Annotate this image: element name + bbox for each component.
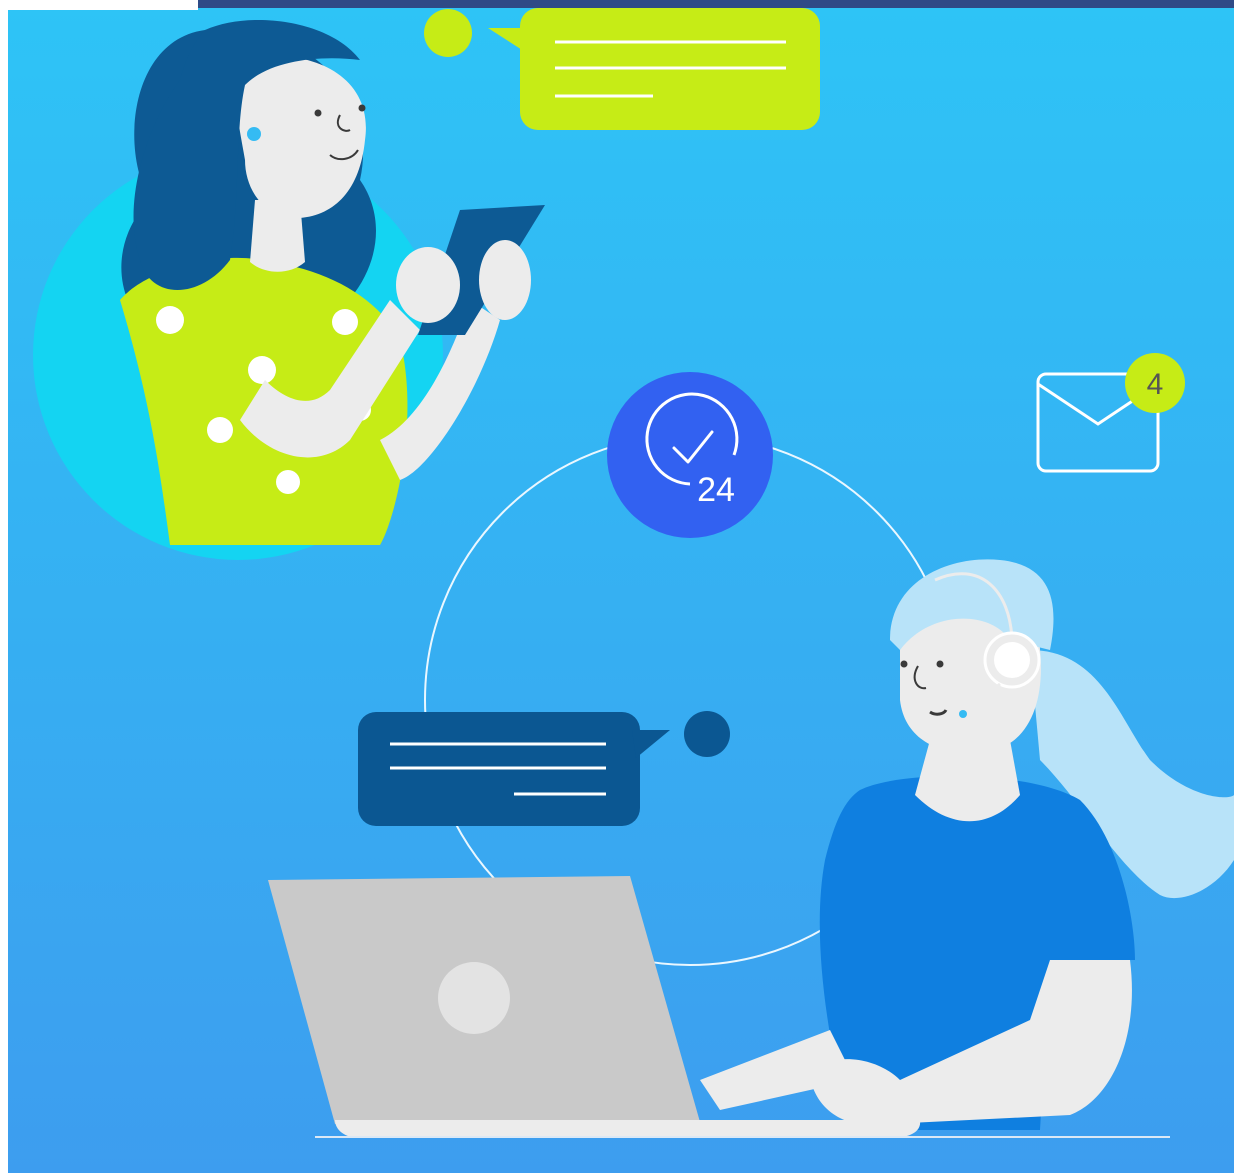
illustration-canvas: 24 4 — [0, 0, 1234, 1173]
laptop-logo — [438, 962, 510, 1034]
laptop-base — [335, 1120, 921, 1138]
top-bar — [198, 0, 1234, 8]
clock-24h-icon: 24 — [607, 372, 773, 538]
notification-count: 4 — [1147, 368, 1164, 401]
top-left-frame — [0, 0, 198, 10]
support-illustration: 24 4 — [0, 0, 1234, 1173]
clock-hours-label: 24 — [697, 471, 735, 509]
